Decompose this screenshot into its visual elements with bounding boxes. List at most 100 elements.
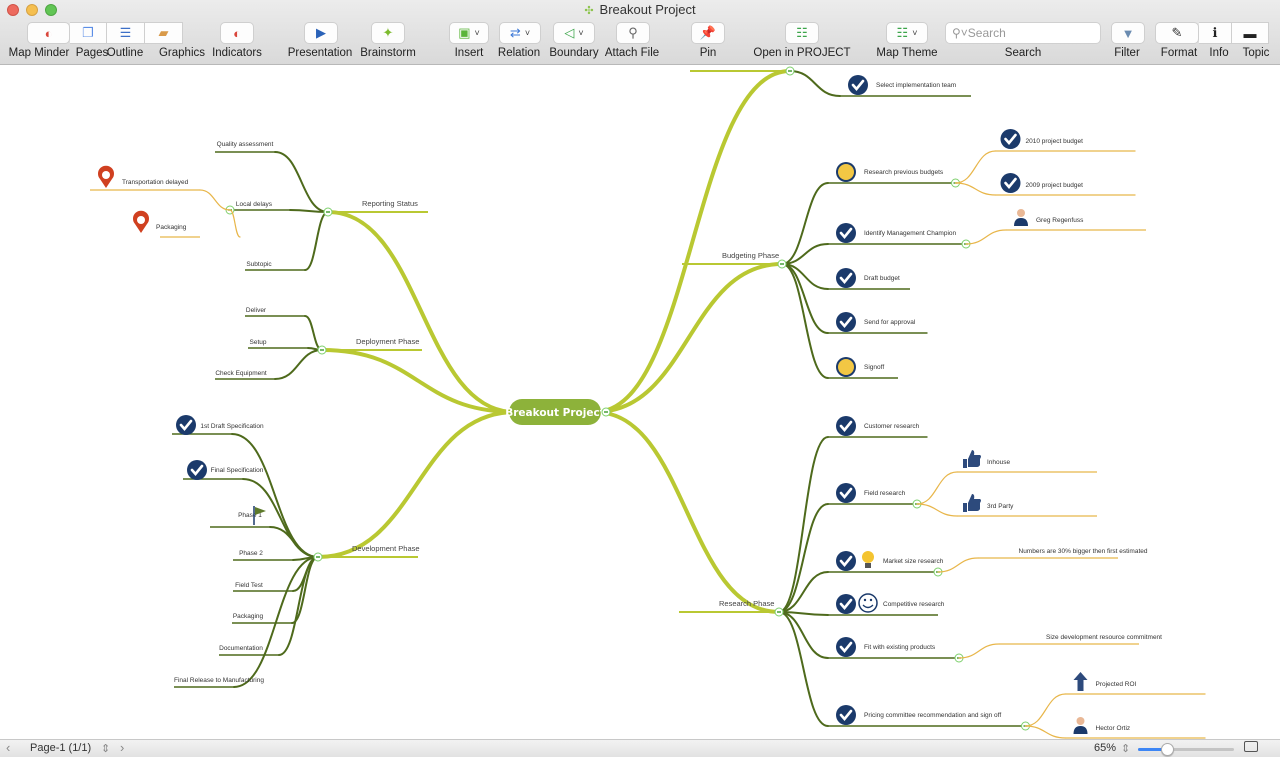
attach-file-button[interactable]: ⚲ [616,22,650,44]
search-icon: ⚲˅ [952,26,968,40]
topic-label[interactable]: Research previous budgets [864,169,944,176]
pages-button[interactable]: ❐ [70,22,107,44]
fit-page-icon[interactable] [1244,741,1258,752]
check-icon [1000,173,1021,193]
thumbs-up-icon [963,450,981,468]
topic-label[interactable]: Select implementation team [876,82,956,89]
topic-label[interactable]: Hector Ortiz [1096,725,1131,732]
topic-label[interactable]: Packaging [233,613,264,620]
status-bar: ‹ Page-1 (1/1) ⇕ › 65% ⇕ [0,739,1280,757]
topic-label[interactable]: Final Specification [211,467,264,474]
prev-page-button[interactable]: ‹ [6,740,10,755]
topic-label[interactable]: Identify Management Champion [864,230,957,237]
pin-button[interactable]: 📌 [691,22,725,44]
topic-label[interactable]: Numbers are 30% bigger then first estima… [1019,548,1148,555]
topic-label[interactable]: Pricing committee recommendation and sig… [864,712,1001,719]
main-branch [593,410,781,614]
pin-hole [102,171,110,179]
branch-label[interactable]: Research Phase [719,599,774,608]
main-branch [316,410,517,559]
topic-label[interactable]: Draft budget [864,275,900,282]
info-button[interactable]: ℹ [1199,22,1232,44]
presentation-button[interactable]: ▶ [304,22,338,44]
filter-button[interactable]: ▼ [1111,22,1145,44]
presentation-icon: ▶ [316,25,326,40]
arrow-up-icon [1073,672,1088,691]
topic-label[interactable]: Transportation delayed [122,179,189,186]
topic-label[interactable]: Local delays [236,201,273,208]
format-button[interactable]: ✎ [1155,22,1199,44]
topic-label[interactable]: Inhouse [987,459,1011,466]
graphics-button[interactable]: ▰ [145,22,183,44]
branch-label[interactable]: Reporting Status [362,199,418,208]
leaf-branch [199,189,231,211]
topic-label[interactable]: Quality assessment [217,141,274,148]
lightbulb-icon [862,551,874,563]
topic-label[interactable]: Signoff [864,364,884,371]
topic-label[interactable]: Greg Regenfuss [1036,217,1084,224]
topic-label[interactable]: Deliver [246,307,267,314]
topic-label[interactable]: Fit with existing products [864,644,936,651]
boundary-button[interactable]: ◁ ˅ [553,22,595,44]
sub-branch [304,211,329,271]
indicators-button[interactable]: ◐ [220,22,254,44]
topic-button[interactable]: ▬ [1232,22,1269,44]
project-icon: ☷ [796,25,808,40]
topic-label[interactable]: Send for approval [864,319,916,326]
brainstorm-button[interactable]: ✦ [371,22,405,44]
insert-button[interactable]: ▣ ˅ [449,22,489,44]
check-icon [836,312,856,332]
map-minder-button[interactable]: ◐ [27,22,70,44]
topic-label[interactable]: Market size research [883,558,944,565]
zoom-stepper[interactable]: ⇕ [1121,742,1130,755]
indicators-icon: ◐ [233,25,241,41]
relation-button[interactable]: ⇄ ˅ [499,22,541,44]
check-icon [187,460,207,480]
map-minder-icon: ◐ [44,25,53,41]
branch-label[interactable]: Deployment Phase [356,337,419,346]
topic-label[interactable]: Field research [864,490,906,497]
search-input[interactable]: ⚲˅Search [945,22,1101,44]
zoom-slider[interactable] [1138,743,1234,756]
leaf-branch [954,150,997,184]
leaf-branch [937,557,979,573]
branch-label[interactable]: Team identification [730,66,792,67]
window-title: ✣ Breakout Project [0,2,1280,17]
topic-label[interactable]: Check Equipment [215,370,266,377]
branch-label[interactable]: Budgeting Phase [722,251,779,260]
map-canvas[interactable]: Reporting Status Quality assessment Local … [0,66,1280,739]
central-topic-label[interactable]: Breakout Project [505,407,605,419]
topic-label[interactable]: 2010 project budget [1026,138,1084,145]
topic-label[interactable]: Setup [250,339,267,346]
topic-label[interactable]: Documentation [219,645,263,652]
branch-label[interactable]: Development Phase [352,544,420,553]
topic-label[interactable]: Final Release to Manufacturing [174,677,264,684]
open-in-project-button[interactable]: ☷ [785,22,819,44]
pin-hole [137,216,145,224]
topic-label[interactable]: Field Test [235,582,263,589]
topic-label[interactable]: Subtopic [246,261,272,268]
relation-icon: ⇄ [509,25,521,40]
topic-label[interactable]: Size development resource commitment [1046,634,1162,641]
leaf-branch [1024,725,1067,739]
topic-label[interactable]: Competitive research [883,601,945,608]
sub-branch [304,315,323,351]
topic-label[interactable]: Phase 2 [239,550,263,557]
topic-label[interactable]: Packaging [156,224,187,231]
outline-button[interactable]: ☰ [107,22,145,44]
chevron-down-icon: ˅ [912,28,918,38]
search-placeholder: Search [967,26,1006,40]
topic-label[interactable]: 3rd Party [987,503,1014,510]
topic-label[interactable]: 2009 project budget [1026,182,1084,189]
page-stepper[interactable]: ⇕ [101,742,110,755]
lightbulb-base [865,563,871,568]
brainstorm-label: Brainstorm [360,47,416,59]
pages-label: Pages [75,47,109,59]
zoom-slider-knob[interactable] [1160,743,1174,756]
pin-label: Pin [699,47,717,59]
map-theme-button[interactable]: ☷ ˅ [886,22,928,44]
topic-label[interactable]: Customer research [864,423,920,430]
topic-label[interactable]: 1st Draft Specification [200,423,264,430]
topic-label[interactable]: Projected ROI [1096,681,1137,688]
next-page-button[interactable]: › [120,740,124,755]
